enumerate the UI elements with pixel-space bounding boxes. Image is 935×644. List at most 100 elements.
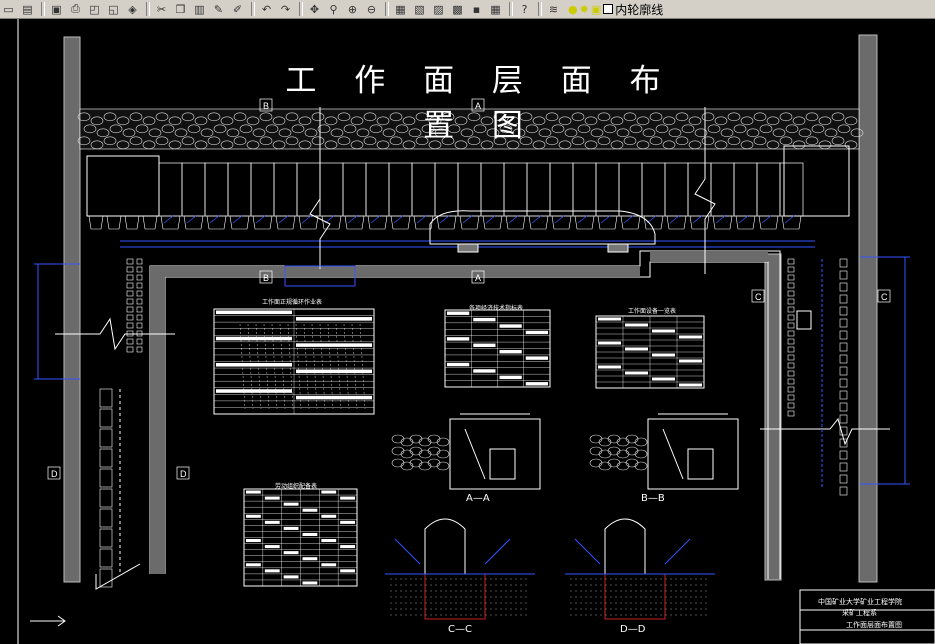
roadway-rail-block xyxy=(839,342,848,352)
toolbar-separator xyxy=(299,2,303,16)
section-title-a: A—A xyxy=(466,493,490,504)
layer-control[interactable]: ● ✹ ▣ 内轮廓线 xyxy=(568,1,663,17)
section-rock xyxy=(409,458,423,468)
section-rock xyxy=(400,461,414,471)
layer-manager-icon[interactable]: ≋ xyxy=(545,1,562,17)
labor-table-cell-text xyxy=(340,496,355,500)
support-base xyxy=(106,215,122,230)
save-icon[interactable]: ▣ xyxy=(48,1,65,17)
sheet-set-icon[interactable]: ▩ xyxy=(449,1,466,17)
roadway-section-arch xyxy=(604,518,646,574)
labor-table-cell-text xyxy=(302,532,318,536)
3d-dwf-icon[interactable]: ◈ xyxy=(124,1,141,17)
design-center-icon[interactable]: ▧ xyxy=(411,1,428,17)
calculator-icon[interactable]: ▦ xyxy=(487,1,504,17)
paste-icon[interactable]: ▥ xyxy=(191,1,208,17)
labor-table-cell-text xyxy=(321,514,337,518)
section-rock xyxy=(598,461,612,471)
markup-icon[interactable]: ▪ xyxy=(468,1,485,17)
undo-icon[interactable]: ↶ xyxy=(258,1,275,17)
roadway-rail-block xyxy=(136,290,143,297)
roadway-conveyor-segment xyxy=(99,528,113,548)
roadway-rail-block xyxy=(126,274,134,281)
cycle-table-cell-text xyxy=(296,343,372,347)
preview-icon[interactable]: ◰ xyxy=(86,1,103,17)
brush-icon[interactable]: ✐ xyxy=(229,1,246,17)
zoom-previous-icon[interactable]: ⊖ xyxy=(363,1,380,17)
shearer-foot-2 xyxy=(607,243,629,253)
section-rock xyxy=(589,446,603,456)
support-unit xyxy=(181,162,206,217)
labor-table-cell-text xyxy=(321,490,337,494)
shearer-foot-1 xyxy=(457,243,479,253)
layer-lock-icon[interactable]: ▣ xyxy=(591,3,601,16)
roadway-rail-block xyxy=(136,338,143,345)
section-rock xyxy=(616,449,630,459)
indicator-table-cell-text xyxy=(525,356,548,360)
section-mark-label: C xyxy=(755,292,762,302)
cycle-table-cell-text xyxy=(216,363,292,367)
copy-icon[interactable]: ❐ xyxy=(172,1,189,17)
right-roadway-equipment xyxy=(787,258,848,496)
labor-table-cell-text xyxy=(246,539,261,543)
roadway-rail-block xyxy=(839,282,848,292)
new-icon[interactable]: ▭ xyxy=(0,1,17,17)
roadway-rail-block xyxy=(787,306,795,313)
roadway-conveyor-segment xyxy=(99,448,113,468)
drawing-canvas[interactable]: BABACCDD 工 作 面 层 面 布 置 图 工作面正规循环作业表 各项经济… xyxy=(0,19,935,644)
open-icon[interactable]: ▤ xyxy=(19,1,36,17)
labor-table-cell-text xyxy=(246,490,261,494)
equipment-table-cell-text xyxy=(625,347,648,351)
roadway-rail-block xyxy=(839,354,848,364)
section-rock xyxy=(400,437,414,447)
table-title-equipment: 工作面设备一览表 xyxy=(628,308,677,315)
toolbar-separator xyxy=(538,2,542,16)
equipment-table-cell-text xyxy=(625,371,648,375)
roadway-rail-block xyxy=(787,386,795,393)
support-unit xyxy=(158,162,183,217)
indicator-table-cell-text xyxy=(499,375,522,380)
cut-icon[interactable]: ✂ xyxy=(153,1,170,17)
properties-icon[interactable]: ▦ xyxy=(392,1,409,17)
section-rock xyxy=(418,449,432,459)
roadway-rail-block xyxy=(787,266,795,273)
cad-toolbar: ▭ ▤ ▣ ⎙ ◰ ◱ ◈ ✂ ❐ ▥ ✎ ✐ ↶ ↷ ✥ ⚲ ⊕ ⊖ ▦ ▧ ▨ ▩ ▪ ▦? ≋ ● ✹ ▣ 内轮廓线 xyxy=(0,0,935,19)
support-base xyxy=(142,215,158,230)
help-icon[interactable]: ? xyxy=(516,1,533,17)
roadway-rail-block xyxy=(787,338,795,345)
layer-freeze-icon[interactable]: ✹ xyxy=(580,3,589,16)
section-mark-label: D xyxy=(180,469,187,479)
table-title-cycle: 工作面正规循环作业表 xyxy=(262,299,323,306)
support-unit xyxy=(434,162,459,217)
redo-icon[interactable]: ↷ xyxy=(277,1,294,17)
section-title-c: C—C xyxy=(448,624,472,635)
roadway-rail-block xyxy=(136,346,143,353)
section-rock xyxy=(625,434,639,444)
zoom-realtime-icon[interactable]: ⚲ xyxy=(325,1,342,17)
print-icon[interactable]: ⎙ xyxy=(67,1,84,17)
support-unit xyxy=(756,162,781,217)
publish-icon[interactable]: ◱ xyxy=(105,1,122,17)
roadway-rail-block xyxy=(126,290,134,297)
layer-on-icon[interactable]: ● xyxy=(568,3,578,16)
support-unit xyxy=(687,162,712,217)
roadway-rail-block xyxy=(787,290,795,297)
equipment-table-cell-text xyxy=(625,323,648,327)
labor-table-cell-text xyxy=(302,557,318,561)
roadway-rail-block xyxy=(126,306,134,313)
roadway-section-red xyxy=(604,573,666,620)
pan-icon[interactable]: ✥ xyxy=(306,1,323,17)
section-rock xyxy=(616,461,630,471)
roadway-conveyor-segment xyxy=(99,408,113,428)
tool-palette-icon[interactable]: ▨ xyxy=(430,1,447,17)
zoom-window-icon[interactable]: ⊕ xyxy=(344,1,361,17)
roadway-rail-block xyxy=(136,314,143,321)
roadway-rail-block xyxy=(126,258,134,265)
section-rock xyxy=(607,434,621,444)
section-rock xyxy=(607,458,621,468)
section-rock xyxy=(634,449,648,459)
indicator-table-cell-text xyxy=(473,369,496,373)
matchprop-icon[interactable]: ✎ xyxy=(210,1,227,17)
roadway-rail-block xyxy=(136,274,143,281)
support-unit xyxy=(480,162,505,217)
